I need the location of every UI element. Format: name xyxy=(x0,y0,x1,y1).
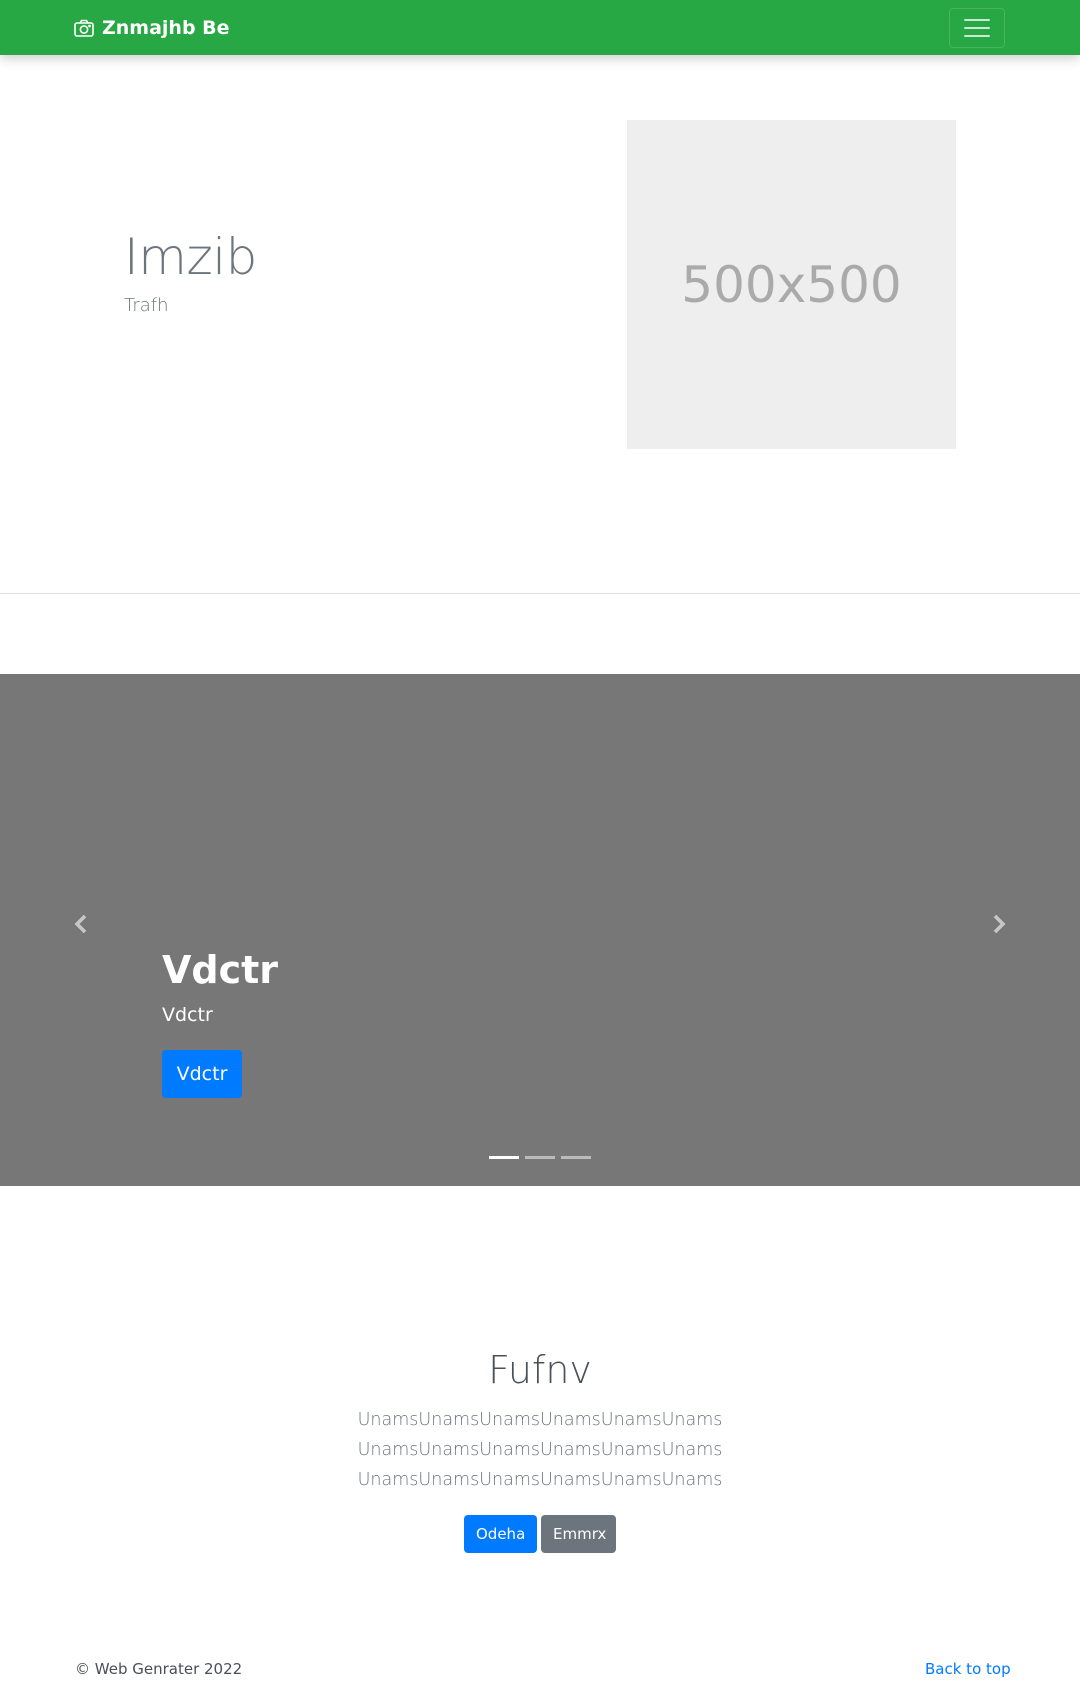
carousel-caption-title: Vdctr xyxy=(162,948,279,992)
camera-icon xyxy=(74,19,94,37)
placeholder-image: 500x500 xyxy=(627,120,956,449)
hamburger-menu-icon xyxy=(964,19,990,21)
section-divider xyxy=(0,593,1080,594)
brand-link[interactable]: Znmajhb Be xyxy=(74,17,230,39)
carousel-indicator-3[interactable] xyxy=(561,1156,591,1159)
chevron-left-icon[interactable] xyxy=(70,912,94,936)
navbar-toggler-button[interactable] xyxy=(949,8,1005,48)
carousel-caption-button[interactable]: Vdctr xyxy=(162,1050,242,1098)
carousel-indicator-2[interactable] xyxy=(525,1156,555,1159)
hamburger-menu-icon-bar xyxy=(964,27,990,29)
footer-copyright: © Web Genrater 2022 xyxy=(75,1660,243,1678)
section-title: Fufnv xyxy=(488,1348,592,1392)
carousel-indicator-1[interactable] xyxy=(489,1156,519,1159)
section-body: UnamsUnamsUnamsUnamsUnamsUnams UnamsUnam… xyxy=(0,1405,1080,1495)
placeholder-text: 500x500 xyxy=(681,255,902,314)
hero-title: Imzib xyxy=(124,228,257,286)
secondary-button[interactable]: Emmrx xyxy=(541,1515,616,1553)
section-buttons: Odeha Emmrx xyxy=(464,1515,616,1553)
section-text-line: UnamsUnamsUnamsUnamsUnamsUnams xyxy=(357,1470,723,1490)
chevron-right-icon[interactable] xyxy=(986,912,1010,936)
carousel-indicators xyxy=(489,1156,591,1159)
section-text-line: UnamsUnamsUnamsUnamsUnamsUnams xyxy=(357,1410,723,1430)
navbar: Znmajhb Be xyxy=(0,0,1080,55)
carousel-caption-text: Vdctr xyxy=(162,1004,213,1026)
hero-subtitle: Trafh xyxy=(124,295,169,316)
hamburger-menu-icon-bar xyxy=(964,35,990,37)
primary-button[interactable]: Odeha xyxy=(464,1515,537,1553)
section-text-line: UnamsUnamsUnamsUnamsUnamsUnams xyxy=(357,1440,723,1460)
carousel: Vdctr Vdctr Vdctr xyxy=(0,674,1080,1186)
brand-name: Znmajhb Be xyxy=(102,17,230,39)
back-to-top-link[interactable]: Back to top xyxy=(925,1660,1011,1678)
